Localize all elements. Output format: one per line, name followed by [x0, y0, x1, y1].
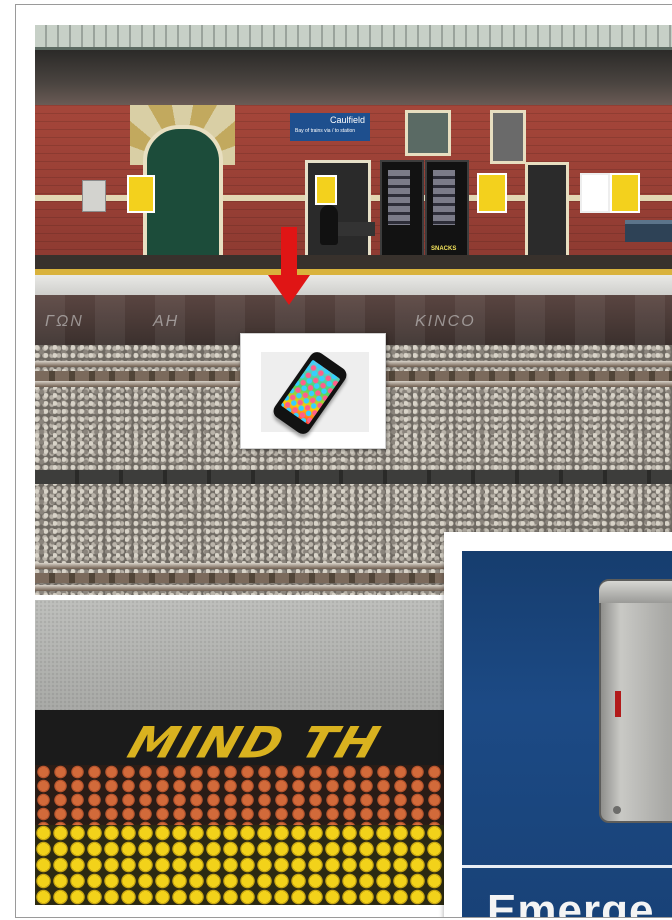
station-door-right	[525, 162, 569, 258]
canopy-underside	[35, 50, 672, 105]
image-frame: Caulfield Bay of trains via / to station…	[15, 4, 672, 918]
mind-the-gap-text: MIND TH	[121, 717, 388, 769]
station-window	[405, 110, 451, 156]
emergency-inset: Emerge	[444, 532, 672, 918]
red-indicator	[615, 691, 621, 717]
emergency-text: Emerge	[487, 886, 655, 918]
station-name: Caulfield	[329, 115, 365, 125]
down-arrow-head	[268, 275, 310, 305]
vending-machine	[380, 160, 424, 259]
panel-divider	[462, 865, 672, 868]
graffiti-2: AH	[153, 313, 180, 330]
station-name-sign: Caulfield Bay of trains via / to station	[290, 113, 370, 141]
platform-canopy	[35, 25, 672, 50]
notice-poster	[315, 175, 337, 205]
box-lid	[599, 581, 672, 603]
graffiti-3: ΚΙΝCO	[415, 313, 476, 330]
seated-person	[320, 205, 338, 245]
platform-surface	[35, 255, 672, 269]
phone-inset	[240, 333, 386, 449]
emergency-panel: Emerge	[462, 551, 672, 918]
vending-glass	[388, 170, 410, 225]
warning-poster	[127, 175, 155, 213]
graffiti-1: ΓΩΝ	[45, 313, 84, 330]
down-arrow-icon	[281, 227, 297, 277]
station-window-right	[490, 110, 526, 164]
vending-glass	[433, 170, 455, 225]
vending-machine-snacks: SNACKS	[425, 160, 469, 259]
platform-bench	[625, 220, 672, 242]
platform-face	[35, 275, 672, 295]
station-subtitle: Bay of trains via / to station	[295, 128, 356, 134]
screw	[613, 806, 621, 814]
track-drain	[35, 470, 672, 484]
info-poster	[477, 173, 507, 213]
snacks-label: SNACKS	[431, 246, 457, 252]
safety-poster	[610, 173, 640, 213]
wall-cabinet	[82, 180, 106, 212]
arched-green-door	[143, 125, 223, 263]
emergency-button-box	[599, 579, 672, 823]
timetable-poster	[580, 173, 610, 213]
